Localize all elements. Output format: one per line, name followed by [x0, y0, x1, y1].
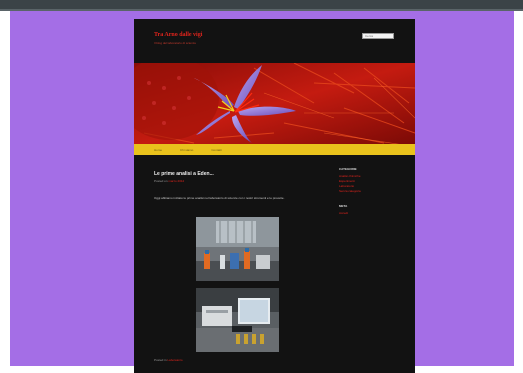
site-description: Il blog del laboratorio di scienze: [154, 41, 197, 45]
post-date-link[interactable]: marzo 2012: [168, 179, 184, 183]
lab-computer-photo[interactable]: [196, 288, 279, 352]
lab-bottles-icon: [196, 217, 279, 281]
post-meta: Posted on marzo 2012: [154, 179, 184, 183]
post-footer-prefix: Posted in: [154, 358, 167, 362]
post-title[interactable]: Le prime analisi a Eden...: [154, 171, 214, 177]
post-body-text: Oggi abbiamo iniziato le prime analisi n…: [154, 196, 285, 200]
saffron-flower-icon: [134, 63, 415, 146]
blog-page: Tra Arno dalle vigi Il blog del laborato…: [134, 19, 415, 373]
post-meta-prefix: Posted on: [154, 179, 168, 183]
site-title[interactable]: Tra Arno dalle vigi: [154, 32, 202, 38]
post-category-link[interactable]: Laboratorio: [167, 358, 182, 362]
login-link[interactable]: Accedi: [339, 211, 399, 216]
widget-title-categories: CATEGORIE: [339, 167, 357, 171]
widget-title-meta: META: [339, 204, 348, 208]
sidebar: CATEGORIE Analisi chimiche Esperimenti L…: [339, 167, 399, 226]
nav-item-contact[interactable]: Contatti: [211, 148, 221, 152]
nav-item-home[interactable]: Home: [154, 148, 162, 152]
category-link[interactable]: Senza categoria: [339, 189, 399, 194]
main-navigation: Home Chi siamo Contatti: [134, 144, 415, 155]
meta-list: Accedi: [339, 211, 399, 216]
header-saffron-image: [134, 63, 415, 146]
browser-top-bar: [0, 0, 523, 11]
post-footer: Posted in Laboratorio: [154, 358, 183, 362]
lab-computer-icon: [196, 288, 279, 352]
categories-list: Analisi chimiche Esperimenti Laboratorio…: [339, 174, 399, 194]
nav-item-about[interactable]: Chi siamo: [180, 148, 193, 152]
lab-bottles-photo[interactable]: [196, 217, 279, 281]
search-input[interactable]: [362, 33, 394, 39]
